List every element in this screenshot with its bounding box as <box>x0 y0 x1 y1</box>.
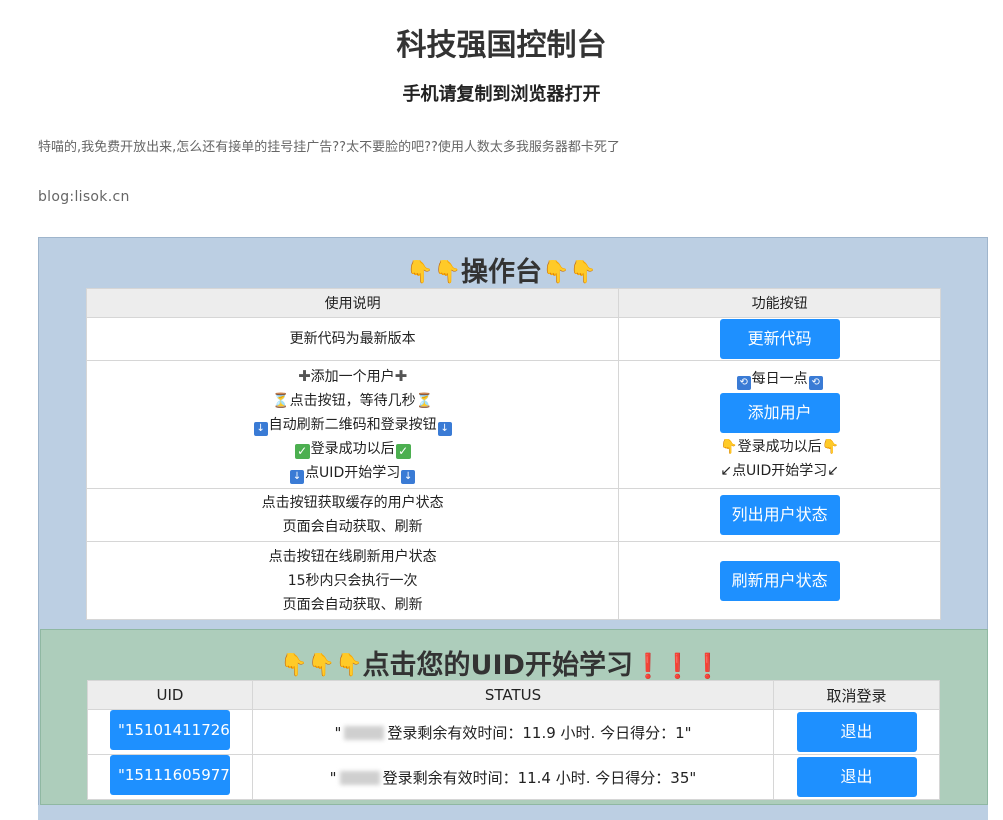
add-user-button[interactable]: 添加用户 <box>719 392 840 433</box>
instruction-text: 页面会自动获取、刷新 <box>282 596 423 613</box>
list-user-status-button[interactable]: 列出用户状态 <box>719 495 840 535</box>
logout-cell: 退出 <box>773 709 940 755</box>
action-cell: 更新代码 <box>618 317 941 361</box>
instruction-cell: 点击按钮获取缓存的用户状态 页面会自动获取、刷新 <box>85 488 620 542</box>
page-subtitle: 手机请复制到浏览器打开 <box>402 84 601 105</box>
down-arrow-icon: ↓ <box>253 422 268 436</box>
uid-button[interactable]: "15101411726" <box>109 710 230 750</box>
update-code-button[interactable]: 更新代码 <box>719 319 840 359</box>
instruction-cell: 点击按钮在线刷新用户状态 15秒内只会执行一次 页面会自动获取、刷新 <box>85 541 620 620</box>
table-row: "15101411726" " 登录剩余有效时间：11.9 小时. 今日得分：1"… <box>87 709 940 755</box>
table-row: "15111605977" " 登录剩余有效时间：11.4 小时. 今日得分：35… <box>87 754 940 800</box>
column-header-instructions: 使用说明 <box>85 288 620 318</box>
users-table: UID STATUS 取消登录 "15101411726" " 登录剩余有效时间：… <box>87 680 940 800</box>
table-header-row: UID STATUS 取消登录 <box>87 680 940 710</box>
down-arrow-icon: ↓ <box>437 422 452 436</box>
blog-text: blog:lisok.cn <box>38 189 130 205</box>
redacted-name <box>339 770 380 785</box>
panel-bottom-strip <box>38 805 988 820</box>
column-header-actions: 功能按钮 <box>618 288 941 318</box>
instruction-text: 页面会自动获取、刷新 <box>282 519 423 535</box>
pointing-hand-icon: 👇👇 <box>406 260 461 285</box>
action-cell: 刷新用户状态 <box>618 541 941 620</box>
column-header-status: STATUS <box>251 680 775 710</box>
table-row: 点击按钮获取缓存的用户状态 页面会自动获取、刷新 列出用户状态 <box>85 488 941 542</box>
instruction-text: 更新代码为最新版本 <box>289 331 416 347</box>
instruction-text: 15秒内只会执行一次 <box>287 572 418 589</box>
repeat-icon: ⟲ <box>736 375 751 390</box>
hourglass-icon: ⏳ <box>272 393 290 409</box>
instruction-text: 自动刷新二维码和登录按钮 <box>268 417 437 433</box>
arrow-down-left-icon: ↙ <box>720 462 733 479</box>
status-text: 登录剩余有效时间：11.4 小时. 今日得分：35" <box>382 768 697 787</box>
pointing-hand-icon: 👇 <box>720 438 738 455</box>
redacted-name <box>344 725 385 740</box>
pointing-hand-icon: 👇👇 <box>542 260 597 285</box>
operation-title-text: 操作台 <box>461 257 542 288</box>
column-header-logout: 取消登录 <box>773 680 940 710</box>
logout-button[interactable]: 退出 <box>796 757 917 797</box>
check-icon: ✓ <box>294 444 310 459</box>
down-arrow-icon: ↓ <box>290 470 305 484</box>
action-tip-text: 点UID开始学习 <box>732 462 828 479</box>
table-row: 更新代码为最新版本 更新代码 <box>85 317 941 361</box>
instruction-text: 添加一个用户 <box>310 369 395 385</box>
instruction-text: 点击按钮在线刷新用户状态 <box>268 548 437 565</box>
table-row: ✚添加一个用户✚ ⏳点击按钮，等待几秒⏳ ↓ 自动刷新二维码和登录按钮 ↓ ✓ 登录成… <box>85 360 941 489</box>
status-quote: " <box>329 768 337 787</box>
plus-icon: ✚ <box>298 367 311 385</box>
hourglass-icon: ⏳ <box>415 393 434 409</box>
status-quote: " <box>334 723 342 742</box>
operation-table: 使用说明 功能按钮 更新代码为最新版本 更新代码 ✚添加一个用户✚ ⏳点击按钮，… <box>85 288 941 620</box>
instruction-text: 点击按钮，等待几秒 <box>289 393 416 409</box>
uid-button[interactable]: "15111605977" <box>109 755 230 795</box>
notice-text: 特喵的,我免费开放出来,怎么还有接单的挂号挂广告??太不要脸的吧??使用人数太多… <box>38 140 620 155</box>
down-arrow-icon: ↓ <box>401 470 416 484</box>
users-panel-title: 👇👇👇点击您的UID开始学习❗❗❗ <box>0 643 1003 682</box>
action-cell: 列出用户状态 <box>618 488 941 542</box>
instruction-text: 点击按钮获取缓存的用户状态 <box>261 495 444 511</box>
daily-tip-text: 每日一点 <box>751 370 808 387</box>
logout-cell: 退出 <box>773 754 940 800</box>
action-cell: ⟲ 每日一点 ⟲ 添加用户 👇登录成功以后👇 ↙点UID开始学习↙ <box>618 360 941 489</box>
refresh-user-status-button[interactable]: 刷新用户状态 <box>719 560 840 601</box>
uid-cell: "15101411726" <box>87 709 253 755</box>
status-cell: " 登录剩余有效时间：11.9 小时. 今日得分：1" <box>251 709 775 755</box>
instruction-text: 登录成功以后 <box>310 441 395 457</box>
instruction-text: 点UID开始学习 <box>305 465 401 481</box>
table-header-row: 使用说明 功能按钮 <box>85 288 941 318</box>
repeat-icon: ⟲ <box>808 375 823 390</box>
users-title-text: 点击您的UID开始学习 <box>362 650 633 681</box>
check-icon: ✓ <box>395 444 411 459</box>
logout-button[interactable]: 退出 <box>796 712 917 752</box>
status-text: 登录剩余有效时间：11.9 小时. 今日得分：1" <box>387 723 692 742</box>
arrow-down-left-icon: ↙ <box>827 462 839 479</box>
uid-cell: "15111605977" <box>87 754 253 800</box>
table-row: 点击按钮在线刷新用户状态 15秒内只会执行一次 页面会自动获取、刷新 刷新用户状… <box>85 541 941 620</box>
status-cell: " 登录剩余有效时间：11.4 小时. 今日得分：35" <box>251 754 775 800</box>
pointing-hand-icon: 👇 <box>821 438 840 455</box>
instruction-cell: ✚添加一个用户✚ ⏳点击按钮，等待几秒⏳ ↓ 自动刷新二维码和登录按钮 ↓ ✓ 登录成… <box>85 360 620 489</box>
pointing-hand-icon: 👇👇👇 <box>280 653 363 678</box>
action-tip-text: 登录成功以后 <box>737 438 822 455</box>
column-header-uid: UID <box>87 680 253 710</box>
exclamation-icon: ❗❗❗ <box>632 652 723 680</box>
plus-icon: ✚ <box>394 367 408 385</box>
instruction-cell: 更新代码为最新版本 <box>85 317 620 361</box>
operation-panel-title: 👇👇操作台👇👇 <box>0 250 1003 289</box>
page-title: 科技强国控制台 <box>396 28 607 63</box>
